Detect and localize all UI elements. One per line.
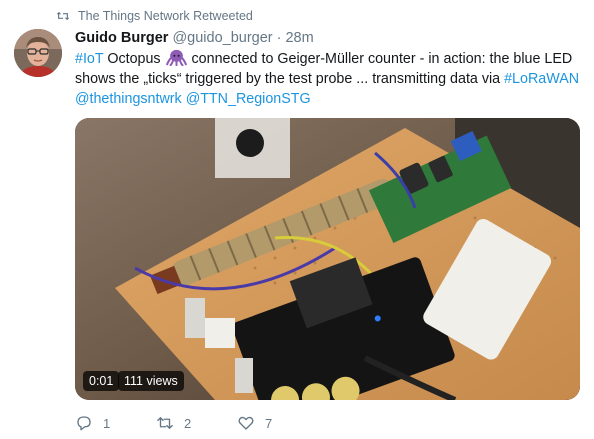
retweet-icon [157,417,173,429]
video-player[interactable]: 0:01 111 views [75,118,580,400]
tweet-body: Guido Burger @guido_burger · 28m #IoT Oc… [75,29,587,109]
video-frame [75,118,580,400]
retweet-count: 2 [184,415,192,431]
tweet-text-part: Octopus [103,51,165,67]
retweet-button[interactable]: 2 [156,414,237,432]
separator-dot: · [276,30,282,46]
mention-ttn-regionstg[interactable]: @TTN_RegionSTG [186,91,311,107]
mention-thethingsntwrk[interactable]: @thethingsntwrk [75,91,182,107]
hashtag-iot[interactable]: #IoT [75,51,103,67]
heart-icon [238,416,254,430]
octopus-emoji-icon [165,49,187,66]
author-display-name[interactable]: Guido Burger [75,29,168,48]
reply-icon [77,416,91,431]
tweet-header: Guido Burger @guido_burger · 28m [75,29,587,48]
retweet-icon [56,11,70,21]
retweet-context[interactable]: The Things Network Retweeted [56,8,253,24]
avatar[interactable] [14,29,62,77]
reply-button[interactable]: 1 [75,414,156,432]
reply-count: 1 [103,415,111,431]
tweet-timestamp[interactable]: 28m [285,29,313,48]
hashtag-lorawan[interactable]: #LoRaWAN [504,71,579,87]
author-handle[interactable]: @guido_burger [172,29,272,48]
video-duration-badge: 0:01 [83,371,120,391]
video-views-badge: 111 views [118,371,184,391]
tweet-text: #IoT Octopus connected to Geiger-Müller … [75,49,587,109]
retweeted-by-label: The Things Network Retweeted [78,9,253,23]
like-button[interactable]: 7 [237,414,317,432]
like-count: 7 [265,415,273,431]
tweet-actions: 1 2 7 [75,414,317,432]
avatar-image [14,29,62,77]
